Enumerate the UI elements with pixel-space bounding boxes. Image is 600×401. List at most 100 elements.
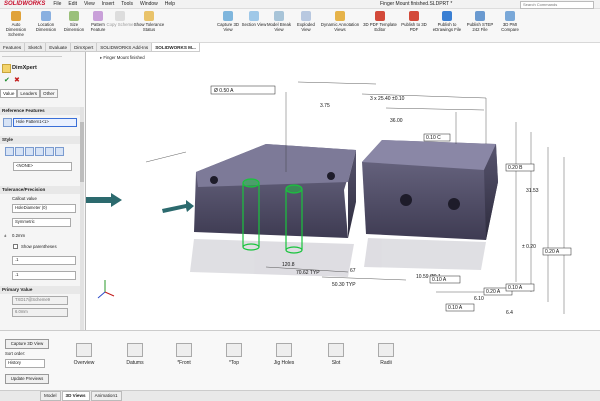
exploded-view-button[interactable]: Exploded View	[292, 11, 320, 32]
model-break-view-button[interactable]: Model Break View	[264, 11, 294, 32]
tab-sketch[interactable]: Sketch	[25, 43, 47, 51]
view-datums[interactable]: Datums	[117, 343, 153, 366]
location-dimension-icon	[41, 11, 51, 21]
view-radii[interactable]: Radii	[368, 343, 404, 366]
menu-help[interactable]: Help	[165, 1, 175, 7]
style-update-icon[interactable]	[25, 147, 34, 156]
dim-side[interactable]: 3.75	[320, 103, 330, 109]
tab-value[interactable]: Value	[0, 89, 18, 98]
fcf-right-bottom[interactable]: 0.20 A	[486, 289, 501, 295]
style-heading[interactable]: Style	[0, 136, 82, 144]
menu-view[interactable]: View	[84, 1, 95, 7]
tree-root-node[interactable]: Finger Mount finished	[103, 55, 144, 60]
update-previews-button[interactable]: Update Previews	[5, 374, 49, 384]
fcf-right-2[interactable]: 0.10 A	[508, 285, 523, 291]
dim-hole-pattern[interactable]: 3 x 25.40 ±0.10	[370, 96, 405, 102]
graphics-viewport[interactable]: Ø 0.50 A 3 x 25.40 ±0.10 36.00 3.75 70.6…	[82, 52, 600, 330]
dim-6-4[interactable]: 6.4	[506, 310, 513, 316]
dim-plus-minus[interactable]: ± 0.20	[522, 244, 536, 250]
fcf-top-right[interactable]: 0.10 C	[426, 135, 441, 141]
tab-other[interactable]: Other	[40, 89, 58, 98]
fcf-bottom[interactable]: 0.10 A	[432, 277, 447, 283]
pm-tabs: Value Leaders Other	[0, 89, 58, 98]
model-canvas[interactable]: Ø 0.50 A 3 x 25.40 ±0.10 36.00 3.75 70.6…	[82, 52, 600, 330]
show-tolerance-status-button[interactable]: Show Tolerance Status	[130, 11, 168, 32]
view-thumbnail-icon	[127, 343, 143, 357]
view-jig-holes[interactable]: Jig Holes	[266, 343, 302, 366]
primary-value-heading[interactable]: Primary Value	[0, 286, 82, 294]
primary-value-field[interactable]: 6.0mm	[12, 308, 68, 317]
pmi-compare-button[interactable]: 3D PMI Compare	[496, 11, 524, 32]
tolerance-value[interactable]: 0.2mm	[12, 233, 25, 238]
fcf-top-left[interactable]: Ø 0.50 A	[214, 88, 234, 94]
pm-title: DimXpert	[12, 65, 37, 71]
menu-window[interactable]: Window	[140, 1, 158, 7]
style-save-icon[interactable]	[45, 147, 54, 156]
dim-vertical[interactable]: 31.53	[526, 188, 539, 194]
dynamic-annotation-views-button[interactable]: Dynamic Annotation Views	[318, 11, 362, 32]
dim-67[interactable]: 67	[350, 268, 356, 274]
tolerance-status-icon	[144, 11, 154, 21]
tolerance-heading[interactable]: Tolerance/Precision	[0, 186, 82, 194]
tab-animation[interactable]: Animation1	[90, 391, 122, 401]
menu-insert[interactable]: Insert	[102, 1, 115, 7]
reference-features-field[interactable]: Hole Pattern1<1>	[13, 118, 77, 127]
fcf-bottom-2[interactable]: 0.10 A	[448, 305, 463, 311]
app-logo: SOLIDWORKS	[4, 1, 46, 7]
auto-dimension-button[interactable]: Auto Dimension Scheme	[2, 11, 30, 37]
tab-3d-views[interactable]: 3D Views	[61, 391, 90, 401]
tab-solidworks-mbd[interactable]: SOLIDWORKS M...	[152, 43, 200, 51]
tab-evaluate[interactable]: Evaluate	[46, 43, 72, 51]
edrawings-icon	[442, 11, 452, 21]
menu-edit[interactable]: Edit	[68, 1, 77, 7]
cancel-icon[interactable]: ✖	[14, 76, 20, 84]
fcf-right[interactable]: 0.20 A	[545, 249, 560, 255]
annotation-views-icon	[335, 11, 345, 21]
tolerance-type-select[interactable]: Symmetric	[12, 218, 71, 227]
pdf-template-editor-button[interactable]: 3D PDF Template Editor	[362, 11, 398, 32]
show-parentheses-checkbox[interactable]	[13, 244, 18, 249]
size-dimension-icon	[69, 11, 79, 21]
pm-scrollbar-thumb[interactable]	[80, 122, 84, 182]
dim-120[interactable]: 120.8	[282, 262, 295, 268]
dim-6-10[interactable]: 6.10	[474, 296, 484, 302]
right-block[interactable]	[362, 140, 498, 240]
tab-dimxpert[interactable]: DimXpert	[71, 43, 98, 51]
capture-3d-view-button[interactable]: Capture 3D View	[214, 11, 242, 32]
left-block[interactable]	[194, 144, 356, 238]
tab-features[interactable]: Features	[0, 43, 26, 51]
dim-50-typ[interactable]: 50.30 TYP	[332, 282, 356, 288]
tab-model[interactable]: Model	[40, 391, 61, 401]
primary-value-name-field[interactable]: TXD17@Scheme9	[12, 296, 68, 305]
style-apply-icon[interactable]	[5, 147, 14, 156]
callout-value-select[interactable]: HoleDiameter (0)	[12, 204, 76, 213]
fcf-right-top[interactable]: 0.20 B	[508, 165, 523, 171]
ok-icon[interactable]: ✔	[4, 76, 10, 84]
menu-tools[interactable]: Tools	[121, 1, 133, 7]
precision-secondary-select[interactable]: .1	[12, 271, 76, 280]
publish-edrawings-button[interactable]: Publish to eDrawings File	[430, 11, 464, 32]
menu-file[interactable]: File	[53, 1, 61, 7]
capture-3d-view-panel-button[interactable]: Capture 3D View	[5, 339, 49, 349]
precision-primary-select[interactable]: .1	[12, 256, 76, 265]
location-dimension-button[interactable]: Location Dimension	[32, 11, 60, 32]
style-delete-icon[interactable]	[35, 147, 44, 156]
reference-features-heading[interactable]: Reference Features	[0, 107, 82, 115]
dim-top[interactable]: 36.00	[390, 118, 403, 124]
view-slot[interactable]: Slot	[318, 343, 354, 366]
style-load-icon[interactable]	[55, 147, 64, 156]
style-select[interactable]: <NONE>	[13, 162, 72, 171]
feature-tree-flyout[interactable]: ▸ Finger Mount finished	[100, 55, 180, 63]
search-input[interactable]: Search Commands	[520, 1, 594, 9]
tab-leaders[interactable]: Leaders	[17, 89, 41, 98]
sort-order-select[interactable]: History	[5, 359, 45, 368]
view-overview[interactable]: Overview	[66, 343, 102, 366]
dim-70-typ[interactable]: 70.62 TYP	[296, 270, 320, 276]
view-front[interactable]: *Front	[166, 343, 202, 366]
view-top[interactable]: *Top	[216, 343, 252, 366]
copy-scheme-icon	[115, 11, 125, 21]
publish-step-button[interactable]: Publish STEP 242 File	[466, 11, 494, 32]
publish-3d-pdf-button[interactable]: Publish to 3D PDF	[400, 11, 428, 32]
tab-addins[interactable]: SOLIDWORKS Add-Ins	[97, 43, 153, 51]
style-add-icon[interactable]	[15, 147, 24, 156]
